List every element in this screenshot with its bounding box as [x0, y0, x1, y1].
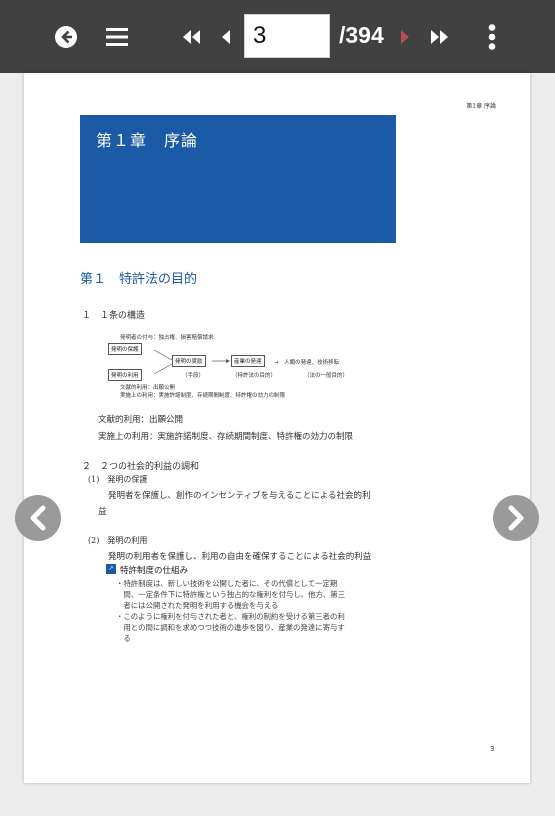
more-vert-icon[interactable] [484, 0, 500, 73]
line-implementation-use: 実施上の利用：実施許諾制度、存続期間制度、特許権の効力の制限 [98, 432, 354, 442]
diagram-label-purpose: （特許法の目的） [232, 373, 277, 379]
diagram-top-note: 発明者の付与：独占権、損害賠償請求 [120, 335, 214, 341]
menu-icon[interactable] [104, 0, 130, 73]
prev-page-icon[interactable] [218, 0, 232, 73]
diagram-bottom-1: 文献的利用：出願公開 [120, 385, 176, 391]
page-total: /394 [339, 22, 384, 48]
diagram-box-encourage: 発明の奨励 [172, 355, 206, 367]
diagram-label-means: （手段） [182, 373, 205, 379]
mechanism-bullet-line: 者には公開された発明を利用する機会を与える [116, 601, 279, 610]
item1-text-a: 発明者を保護し、創作のインセンティブを与えることによる社会的利 [108, 491, 371, 501]
line-literary-use: 文献的利用：出願公開 [98, 415, 184, 425]
diagram-box-use: 発明の利用 [108, 369, 142, 381]
pen-icon: ↗ [106, 564, 116, 574]
mechanism-title: 特許制度の仕組み [120, 566, 189, 576]
mechanism-bullet-line: ・特許制度は、新しい技術を公開した者に、その代償として一定期 [116, 579, 338, 588]
diagram-arrow-text: → 人類の発達、技術移転 [274, 360, 340, 366]
mechanism-bullet-line: る [116, 634, 131, 643]
mechanism-bullet-line: 間、一定条件下に特許権という独占的な権利を付与し、他方、第三 [116, 590, 346, 599]
page-number-input[interactable] [244, 14, 330, 58]
diagram-label-final: （法の一般目的） [304, 373, 349, 379]
next-page-arrow[interactable] [493, 495, 539, 541]
next-page-icon[interactable] [398, 0, 412, 73]
subsection-heading-2: ２ ２つの社会的利益の調和 [82, 462, 200, 472]
chevron-right-icon [508, 505, 524, 531]
diagram-box-industry: 産業の発達 [231, 355, 265, 367]
previous-page-arrow[interactable] [15, 495, 61, 541]
page-number: 3 [490, 745, 495, 753]
document-page: 第1章 序論 第１章 序論 第１ 特許法の目的 １ １条の構造 発明者の付与：独… [24, 73, 530, 783]
mechanism-bullet-line: 用との間に調和を求めつつ技術の進歩を図り、産業の発達に寄与す [116, 623, 345, 632]
running-head: 第1章 序論 [466, 103, 496, 110]
diagram-box-protect: 発明の保護 [108, 343, 142, 355]
structure-diagram: 発明者の付与：独占権、損害賠償請求 発明の保護 発明の利用 発明の奨励 産業の発… [108, 331, 408, 405]
section-heading: 第１ 特許法の目的 [80, 272, 198, 287]
item1-label: (1) 発明の保護 [88, 475, 148, 484]
chapter-title: 第１章 序論 [96, 131, 199, 150]
diagram-bottom-2: 実施上の利用：実施許諾制度、存続期間制度、特許権の効力の制限 [120, 393, 286, 399]
first-page-icon[interactable] [180, 0, 202, 73]
back-circle-icon[interactable] [52, 0, 80, 73]
item2-label: (2) 発明の利用 [88, 536, 148, 545]
mechanism-bullet-line: ・このように権利を付与された者と、権利の制約を受ける第三者の利 [116, 612, 345, 621]
chapter-banner: 第１章 序論 [80, 115, 396, 243]
item1-text-b: 益 [98, 507, 107, 517]
chevron-left-icon [30, 505, 46, 531]
last-page-icon[interactable] [429, 0, 451, 73]
viewer-toolbar: /394 [0, 0, 555, 73]
item2-text: 発明の利用者を保護し、利用の自由を確保することによる社会的利益 [108, 552, 372, 562]
subsection-heading-1: １ １条の構造 [82, 311, 146, 321]
